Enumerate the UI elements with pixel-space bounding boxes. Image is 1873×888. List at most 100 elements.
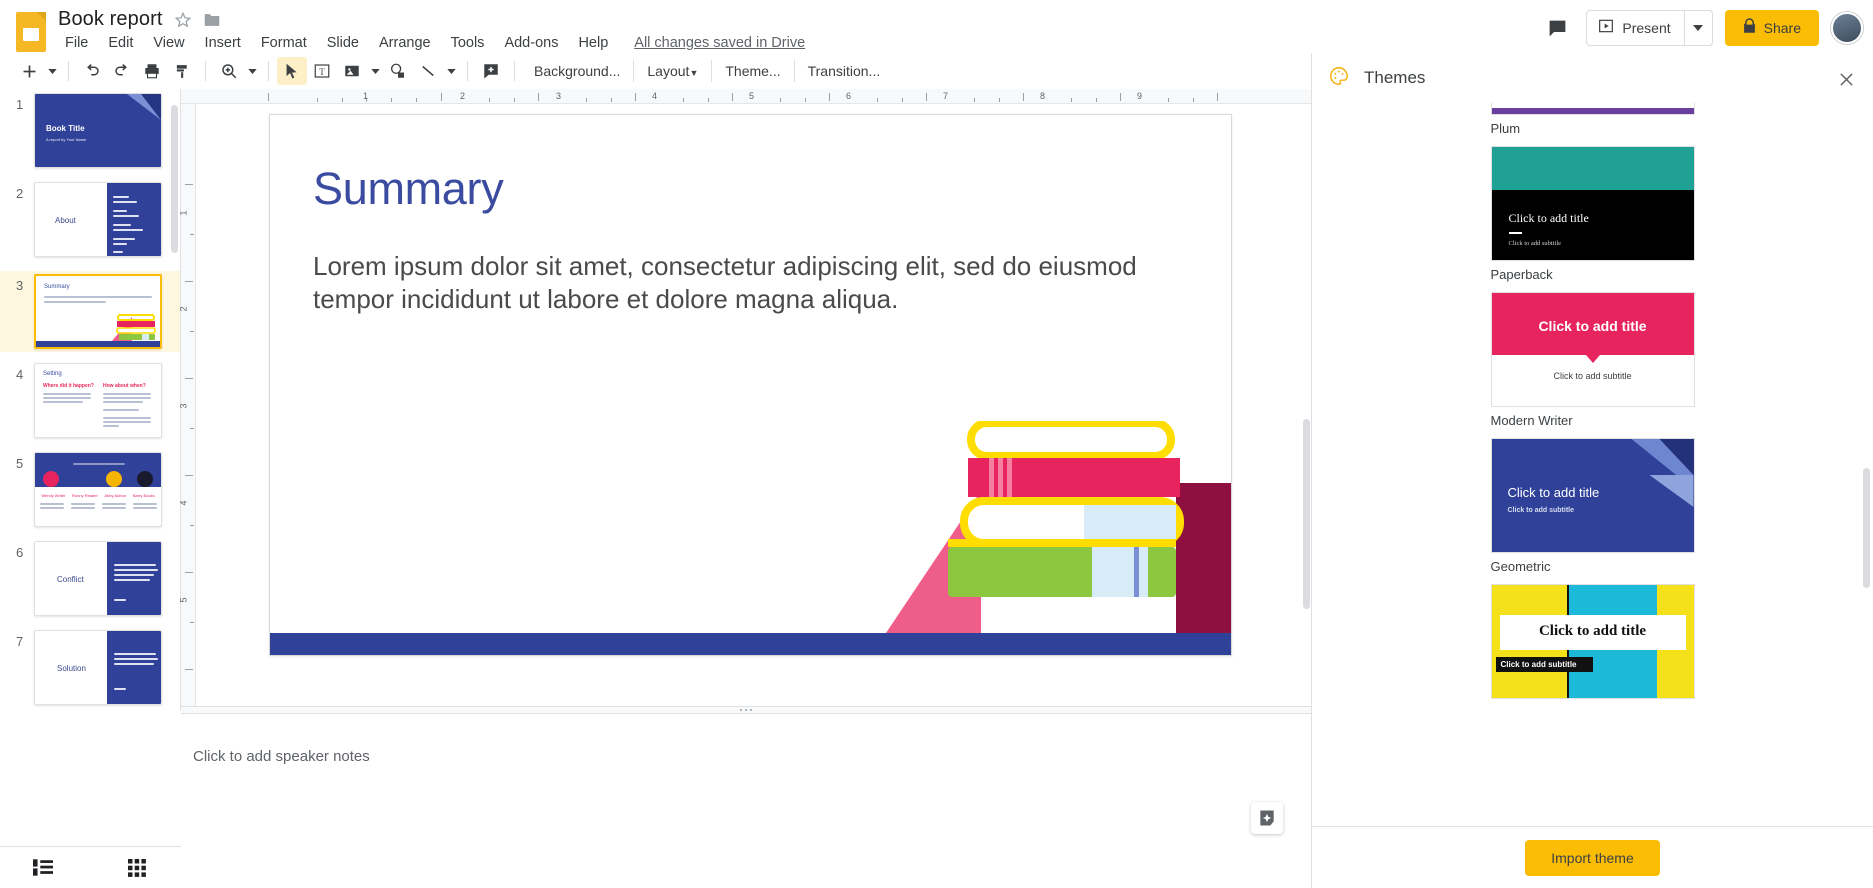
folder-icon[interactable]: [203, 12, 221, 28]
menu-addons[interactable]: Add-ons: [494, 32, 568, 54]
grid-view-icon[interactable]: [120, 853, 154, 883]
image-caret-icon[interactable]: [367, 57, 383, 85]
menu-format[interactable]: Format: [251, 32, 317, 54]
thumbnail-slide-6[interactable]: 6 Conflict: [0, 541, 180, 616]
new-slide-button[interactable]: [14, 57, 44, 85]
thumbnail-slide-3[interactable]: 3 Summary: [0, 271, 180, 352]
header-actions: Present Share: [1540, 10, 1863, 46]
theme-button[interactable]: Theme...: [714, 58, 791, 84]
slide-filmstrip[interactable]: 1 Book Title A report by Your Name 2 Abo…: [0, 89, 181, 710]
share-button[interactable]: Share: [1724, 10, 1819, 46]
paint-format-button[interactable]: [167, 57, 197, 85]
theme-card-modern-writer[interactable]: Click to add title Click to add subtitle…: [1490, 292, 1695, 438]
thumbnail-slide-4[interactable]: 4 Setting Where did it happen? How about…: [0, 363, 180, 438]
thumb-name-2: Ronny Reader: [72, 493, 98, 498]
theme-thumbnail-geometric[interactable]: Click to add title Click to add subtitle: [1490, 584, 1695, 699]
ruler-h-6: 6: [846, 91, 852, 101]
slide-title[interactable]: Summary: [313, 163, 504, 215]
comment-history-button[interactable]: [1540, 11, 1574, 45]
line-caret-icon[interactable]: [443, 57, 459, 85]
zoom-caret-icon[interactable]: [244, 57, 260, 85]
theme-title-placeholder: Click to add title: [1538, 623, 1647, 639]
print-button[interactable]: [137, 57, 167, 85]
menu-insert[interactable]: Insert: [195, 32, 251, 54]
menu-arrange[interactable]: Arrange: [369, 32, 441, 54]
slide-thumbnail[interactable]: Summary: [34, 274, 162, 349]
thumbnail-slide-2[interactable]: 2 About: [0, 182, 180, 257]
add-comment-button[interactable]: [476, 57, 506, 85]
slide-body-text[interactable]: Lorem ipsum dolor sit amet, consectetur …: [313, 250, 1178, 317]
slide-thumbnail[interactable]: Setting Where did it happen? How about w…: [34, 363, 162, 438]
theme-title-placeholder: Click to add title: [1538, 318, 1647, 334]
thumb-head-right: How about when?: [103, 383, 146, 389]
thumbnail-slide-1[interactable]: 1 Book Title A report by Your Name: [0, 93, 180, 168]
palette-icon: [1328, 65, 1350, 92]
slide-number: 5: [16, 456, 24, 471]
thumbnail-slide-5[interactable]: 5 Wendy Writer Ronny Reader Abby Author …: [0, 452, 180, 527]
thumb-head-left: Where did it happen?: [43, 383, 94, 389]
thumb-name-3: Abby Author: [104, 493, 127, 498]
slide-thumbnail[interactable]: Wendy Writer Ronny Reader Abby Author Ba…: [34, 452, 162, 527]
slide-thumbnail[interactable]: Book Title A report by Your Name: [34, 93, 162, 168]
speaker-notes-pane[interactable]: Click to add speaker notes: [181, 714, 1311, 846]
ruler-v-5: 5: [178, 597, 189, 603]
menu-tools[interactable]: Tools: [441, 32, 495, 54]
avatar[interactable]: [1831, 12, 1863, 44]
star-icon[interactable]: [174, 11, 192, 29]
slide-number: 7: [16, 634, 24, 649]
undo-button[interactable]: [77, 57, 107, 85]
menu-edit[interactable]: Edit: [98, 32, 143, 54]
slide-thumbnail[interactable]: Solution: [34, 630, 162, 705]
canvas-scrollbar[interactable]: [1303, 419, 1310, 609]
filmstrip-scrollbar[interactable]: [171, 105, 178, 253]
explore-button[interactable]: [1251, 802, 1283, 834]
close-icon[interactable]: [1833, 66, 1859, 92]
menu-help[interactable]: Help: [568, 32, 618, 54]
slide-thumbnail[interactable]: About: [34, 182, 162, 257]
theme-card-geometric-blue[interactable]: Click to add title Click to add subtitle…: [1490, 438, 1695, 584]
menu-view[interactable]: View: [143, 32, 194, 54]
ruler-h-8: 8: [1040, 91, 1046, 101]
themes-panel-title: Themes: [1364, 68, 1426, 87]
layout-button[interactable]: Layout▼: [636, 58, 709, 84]
transition-button[interactable]: Transition...: [797, 58, 892, 84]
notes-resize-handle[interactable]: [181, 706, 1311, 714]
menu-file[interactable]: File: [55, 32, 98, 54]
themes-list[interactable]: Plum Click to add title Click to add sub…: [1312, 103, 1873, 826]
line-button[interactable]: [413, 57, 443, 85]
page-title[interactable]: Book report: [58, 8, 163, 31]
theme-card-geometric[interactable]: Click to add title Click to add subtitle: [1490, 584, 1695, 699]
themes-panel-footer: Import theme: [1312, 826, 1873, 888]
save-status[interactable]: All changes saved in Drive: [634, 35, 805, 51]
theme-card-plum[interactable]: Plum: [1490, 103, 1695, 146]
theme-thumbnail-paperback[interactable]: Click to add title Click to add subtitle: [1490, 146, 1695, 261]
shape-button[interactable]: [383, 57, 413, 85]
slide-thumbnail[interactable]: Conflict: [34, 541, 162, 616]
image-button[interactable]: [337, 57, 367, 85]
filmstrip-view-icon[interactable]: [26, 853, 60, 883]
select-tool-button[interactable]: [277, 57, 307, 85]
ruler-h-4: 4: [652, 91, 658, 101]
theme-thumbnail-modern-writer[interactable]: Click to add title Click to add subtitle: [1490, 292, 1695, 407]
text-box-button[interactable]: T: [307, 57, 337, 85]
active-slide[interactable]: Summary Lorem ipsum dolor sit amet, cons…: [269, 114, 1232, 656]
redo-button[interactable]: [107, 57, 137, 85]
zoom-button[interactable]: [214, 57, 244, 85]
slide-number: 6: [16, 545, 24, 560]
present-dropdown-caret[interactable]: [1683, 11, 1712, 45]
ruler-v-1: 1: [178, 210, 189, 216]
theme-thumbnail-plum[interactable]: [1490, 103, 1695, 115]
thumb-name-1: Wendy Writer: [41, 493, 66, 498]
lock-icon: [1743, 18, 1756, 38]
present-button[interactable]: Present: [1586, 10, 1713, 46]
theme-thumbnail-geometric-blue[interactable]: Click to add title Click to add subtitle: [1490, 438, 1695, 553]
thumb-label: Summary: [44, 284, 70, 290]
themes-panel-scrollbar[interactable]: [1863, 468, 1870, 588]
new-slide-caret-icon[interactable]: [44, 57, 60, 85]
import-theme-button[interactable]: Import theme: [1525, 839, 1660, 876]
menu-slide[interactable]: Slide: [317, 32, 369, 54]
ruler-v-4: 4: [178, 500, 189, 506]
theme-card-paperback[interactable]: Click to add title Click to add subtitle…: [1490, 146, 1695, 292]
thumbnail-slide-7[interactable]: 7 Solution: [0, 630, 180, 705]
background-button[interactable]: Background...: [523, 58, 631, 84]
